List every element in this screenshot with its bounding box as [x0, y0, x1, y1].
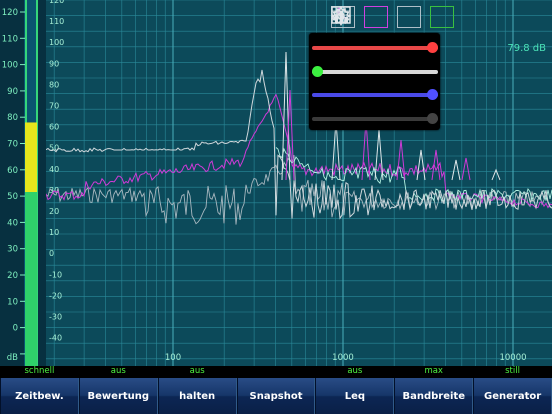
zeitbewertung-button[interactable]: Zeitbew. [0, 378, 79, 414]
meter-scale-label: 10 [7, 297, 18, 307]
y-tick-label: 40 [49, 165, 59, 174]
meter-scale-label: 30 [7, 245, 18, 255]
y-tick-label: 50 [49, 144, 59, 153]
x-tick-label: 10000 [499, 353, 526, 363]
y-tick-label: -40 [49, 334, 62, 343]
y-tick-label: 80 [49, 80, 59, 89]
meter-scale-label: 60 [7, 166, 18, 176]
slider-knob[interactable] [312, 66, 323, 77]
slider-knob[interactable] [427, 113, 438, 124]
y-tick-label: 90 [49, 59, 59, 68]
function-bar: Zeitbew. Bewertung halten Snapshot Leq B… [0, 378, 552, 414]
bewertung-button[interactable]: Bewertung [78, 378, 158, 414]
status-label: max [424, 366, 443, 376]
waveform-green-icon[interactable] [430, 6, 454, 28]
halten-button[interactable]: halten [157, 378, 237, 414]
y-tick-label: 20 [49, 207, 59, 216]
meter-level-bar [25, 122, 37, 192]
leq-button[interactable]: Leq [315, 378, 395, 414]
x-tick-label: 1000 [332, 353, 354, 363]
spectrum-peak [451, 159, 461, 181]
status-label: aus [347, 366, 363, 376]
meter-scale-label: 40 [7, 218, 18, 228]
x-tick-label: 100 [165, 353, 181, 363]
meter-scale-label: 50 [7, 192, 18, 202]
meter-scale-label: 0 [13, 324, 18, 334]
spectrum-peak-icon[interactable] [331, 6, 388, 28]
toolbar [331, 6, 552, 28]
status-label: aus [189, 366, 205, 376]
y-tick-label: 110 [49, 17, 64, 26]
gear-icon[interactable] [331, 6, 552, 28]
slider-knob[interactable] [427, 42, 438, 53]
color-slider-green[interactable] [312, 66, 438, 77]
spectrum-peak [461, 157, 471, 181]
grid-icon[interactable] [331, 6, 487, 28]
snapshot-button[interactable]: Snapshot [236, 378, 316, 414]
meter-scale-label: 110 [2, 34, 18, 44]
spectrum-peak [416, 149, 426, 181]
y-tick-label: 60 [49, 123, 59, 132]
bandbreite-button[interactable]: Bandbreite [394, 378, 474, 414]
y-tick-label: -20 [49, 291, 62, 300]
y-tick-label: -10 [49, 270, 62, 279]
meter-scale-label: dB [7, 353, 18, 363]
y-tick-label: 70 [49, 102, 59, 111]
y-tick-label: 0 [49, 249, 54, 258]
meter-scale-label: 80 [7, 113, 18, 123]
meter-scale-label: 100 [2, 61, 18, 71]
generator-button[interactable]: Generator [473, 378, 552, 414]
level-readout: 79.8 dB [507, 43, 546, 54]
y-tick-label: 100 [49, 38, 64, 47]
meter-scale-label: 70 [7, 140, 18, 150]
color-slider-gray[interactable] [312, 113, 438, 124]
status-label: still [505, 366, 520, 376]
spectrum-plot[interactable]: 120 110 100 90 80 70 60 50 40 30 20 10 0 -10 -20 -30 -40… [46, 0, 552, 366]
meter-scale-label: 90 [7, 87, 18, 97]
meter-scale-label: 20 [7, 271, 18, 281]
level-meter: 120 110 100 90 80 70 60 50 40 30 20 10 0 dB [0, 0, 46, 366]
y-tick-label: 120 [49, 0, 64, 5]
status-label: aus [110, 366, 126, 376]
y-tick-label: -30 [49, 313, 62, 322]
color-popup [309, 33, 440, 130]
y-tick-label: 10 [49, 228, 59, 237]
spectrum-smooth-icon[interactable] [331, 6, 421, 28]
color-slider-blue[interactable] [312, 89, 438, 100]
color-slider-red[interactable] [312, 42, 438, 53]
status-row: schnell aus aus aus max still [0, 366, 552, 378]
slider-knob[interactable] [427, 89, 438, 100]
meter-scale-label: 120 [2, 8, 18, 18]
status-label: schnell [24, 366, 55, 376]
bar-chart-icon[interactable] [331, 6, 520, 28]
app-window: 120 110 100 90 80 70 60 50 40 30 20 10 0 dB 120 110 100… [0, 0, 552, 414]
